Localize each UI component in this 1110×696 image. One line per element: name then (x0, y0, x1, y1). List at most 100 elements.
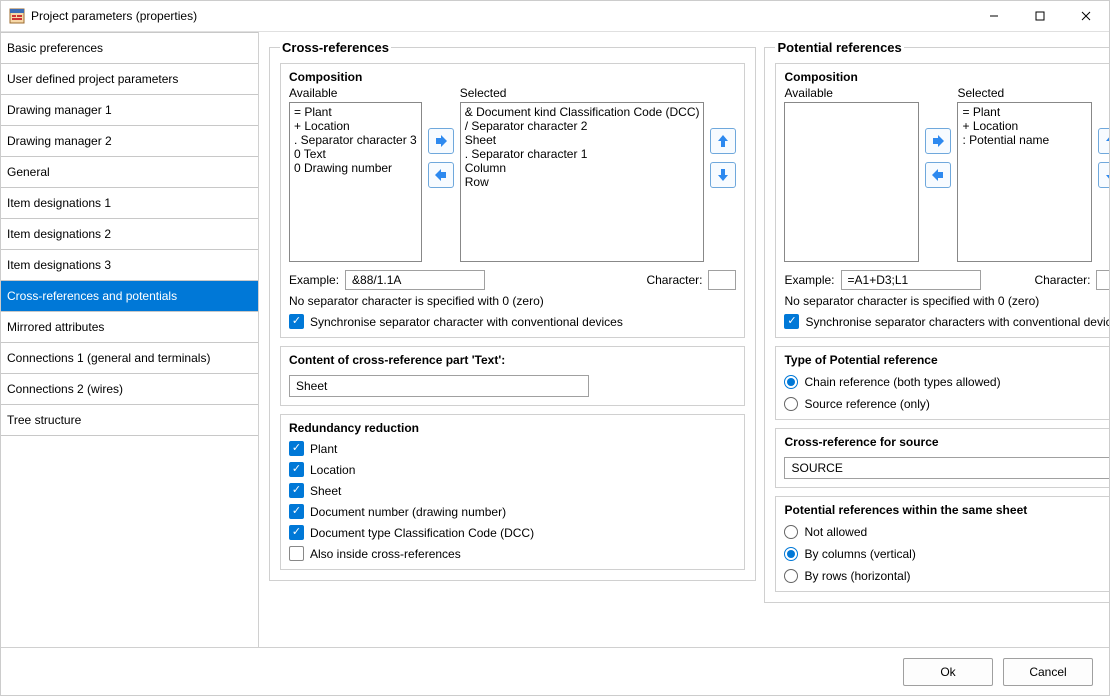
pr-dual-list: Available Selected = Plant + Location : … (784, 86, 1109, 262)
cr-add-button[interactable] (428, 128, 454, 154)
redundancy-label: Document number (drawing number) (310, 505, 506, 519)
sidebar-item[interactable]: Drawing manager 2 (1, 125, 258, 157)
pr-move-up-button[interactable] (1098, 128, 1109, 154)
sidebar-item[interactable]: Item designations 1 (1, 187, 258, 219)
cross-references-legend: Cross-references (280, 40, 391, 55)
cr-composition-legend: Composition (289, 70, 736, 84)
sidebar-item[interactable]: Drawing manager 1 (1, 94, 258, 126)
cr-selected-label: Selected (460, 86, 507, 100)
sidebar-item[interactable]: Basic preferences (1, 32, 258, 64)
pr-same-sheet-label: Not allowed (804, 525, 867, 539)
cr-character-input[interactable] (708, 270, 736, 290)
app-icon (9, 8, 25, 24)
pr-example-label: Example: (784, 273, 834, 287)
sidebar-item[interactable]: Connections 2 (wires) (1, 373, 258, 405)
ok-button[interactable]: Ok (903, 658, 993, 686)
redundancy-label: Document type Classification Code (DCC) (310, 526, 534, 540)
pr-same-sheet-radio[interactable] (784, 525, 798, 539)
sidebar-item[interactable]: Cross-references and potentials (1, 280, 258, 312)
cr-content-text-legend: Content of cross-reference part 'Text': (289, 353, 736, 367)
pr-same-sheet-group: Potential references within the same she… (775, 496, 1109, 592)
window: Project parameters (properties) Basic pr… (0, 0, 1110, 696)
cr-remove-button[interactable] (428, 162, 454, 188)
maximize-button[interactable] (1017, 1, 1063, 31)
redundancy-label: Sheet (310, 484, 341, 498)
cr-content-text-input[interactable] (289, 375, 589, 397)
pr-type-radio[interactable] (784, 375, 798, 389)
redundancy-checkbox[interactable] (289, 525, 304, 540)
potential-references-column: Potential references Composition Availab… (764, 40, 1109, 643)
pr-hint: No separator character is specified with… (784, 294, 1109, 308)
redundancy-checkbox[interactable] (289, 462, 304, 477)
cancel-button[interactable]: Cancel (1003, 658, 1093, 686)
cross-references-column: Cross-references Composition Available =… (269, 40, 756, 643)
close-button[interactable] (1063, 1, 1109, 31)
main-panel: Cross-references Composition Available =… (259, 32, 1109, 647)
pr-type-radio[interactable] (784, 397, 798, 411)
sidebar-item[interactable]: Item designations 3 (1, 249, 258, 281)
pr-type-label: Source reference (only) (804, 397, 929, 411)
redundancy-checkbox[interactable] (289, 483, 304, 498)
pr-source-input[interactable] (784, 457, 1109, 479)
sidebar: Basic preferencesUser defined project pa… (1, 32, 259, 647)
cr-redundancy-group: Redundancy reduction PlantLocationSheetD… (280, 414, 745, 570)
pr-same-sheet-label: By columns (vertical) (804, 547, 915, 561)
potential-references-legend: Potential references (775, 40, 903, 55)
pr-available-label: Available (784, 86, 832, 100)
cr-example-value: &88/1.1A (345, 270, 485, 290)
pr-source-group: Cross-reference for source (775, 428, 1109, 488)
redundancy-label: Location (310, 463, 355, 477)
pr-add-button[interactable] (925, 128, 951, 154)
redundancy-checkbox[interactable] (289, 504, 304, 519)
sidebar-item[interactable]: Tree structure (1, 404, 258, 436)
window-title: Project parameters (properties) (31, 9, 971, 23)
pr-source-legend: Cross-reference for source (784, 435, 1109, 449)
pr-sync-label: Synchronise separator characters with co… (805, 315, 1109, 329)
footer: Ok Cancel (1, 647, 1109, 695)
redundancy-checkbox[interactable] (289, 546, 304, 561)
pr-same-sheet-radio[interactable] (784, 547, 798, 561)
minimize-button[interactable] (971, 1, 1017, 31)
pr-available-list[interactable] (784, 102, 919, 262)
pr-composition-legend: Composition (784, 70, 1109, 84)
pr-character-input[interactable] (1096, 270, 1109, 290)
cr-available-list[interactable]: = Plant + Location . Separator character… (289, 102, 422, 262)
cr-sync-checkbox[interactable] (289, 314, 304, 329)
sidebar-item[interactable]: Connections 1 (general and terminals) (1, 342, 258, 374)
pr-type-group: Type of Potential reference Chain refere… (775, 346, 1109, 420)
redundancy-checkbox[interactable] (289, 441, 304, 456)
sidebar-item[interactable]: General (1, 156, 258, 188)
redundancy-label: Also inside cross-references (310, 547, 461, 561)
cr-content-text-group: Content of cross-reference part 'Text': (280, 346, 745, 406)
cr-hint: No separator character is specified with… (289, 294, 736, 308)
window-controls (971, 1, 1109, 31)
pr-same-sheet-radio[interactable] (784, 569, 798, 583)
sidebar-item[interactable]: Item designations 2 (1, 218, 258, 250)
cross-references-group: Cross-references Composition Available =… (269, 40, 756, 581)
cr-redundancy-legend: Redundancy reduction (289, 421, 736, 435)
sidebar-item[interactable]: Mirrored attributes (1, 311, 258, 343)
pr-move-down-button[interactable] (1098, 162, 1109, 188)
cr-move-down-button[interactable] (710, 162, 736, 188)
pr-character-label: Character: (1034, 273, 1090, 287)
pr-type-label: Chain reference (both types allowed) (804, 375, 1000, 389)
cr-available-label: Available (289, 86, 337, 100)
pr-same-sheet-label: By rows (horizontal) (804, 569, 910, 583)
titlebar: Project parameters (properties) (1, 1, 1109, 31)
potential-references-group: Potential references Composition Availab… (764, 40, 1109, 603)
pr-composition-group: Composition Available Selecte (775, 63, 1109, 338)
pr-same-sheet-legend: Potential references within the same she… (784, 503, 1109, 517)
pr-remove-button[interactable] (925, 162, 951, 188)
pr-selected-list[interactable]: = Plant + Location : Potential name (957, 102, 1092, 262)
pr-type-legend: Type of Potential reference (784, 353, 1109, 367)
cr-dual-list: Available = Plant + Location . Separator… (289, 86, 736, 262)
cr-move-up-button[interactable] (710, 128, 736, 154)
pr-selected-label: Selected (957, 86, 1004, 100)
sidebar-item[interactable]: User defined project parameters (1, 63, 258, 95)
cr-sync-label: Synchronise separator character with con… (310, 315, 623, 329)
cr-selected-list[interactable]: & Document kind Classification Code (DCC… (460, 102, 705, 262)
pr-sync-checkbox[interactable] (784, 314, 799, 329)
cr-example-label: Example: (289, 273, 339, 287)
content: Basic preferencesUser defined project pa… (1, 31, 1109, 647)
cr-character-label: Character: (646, 273, 702, 287)
